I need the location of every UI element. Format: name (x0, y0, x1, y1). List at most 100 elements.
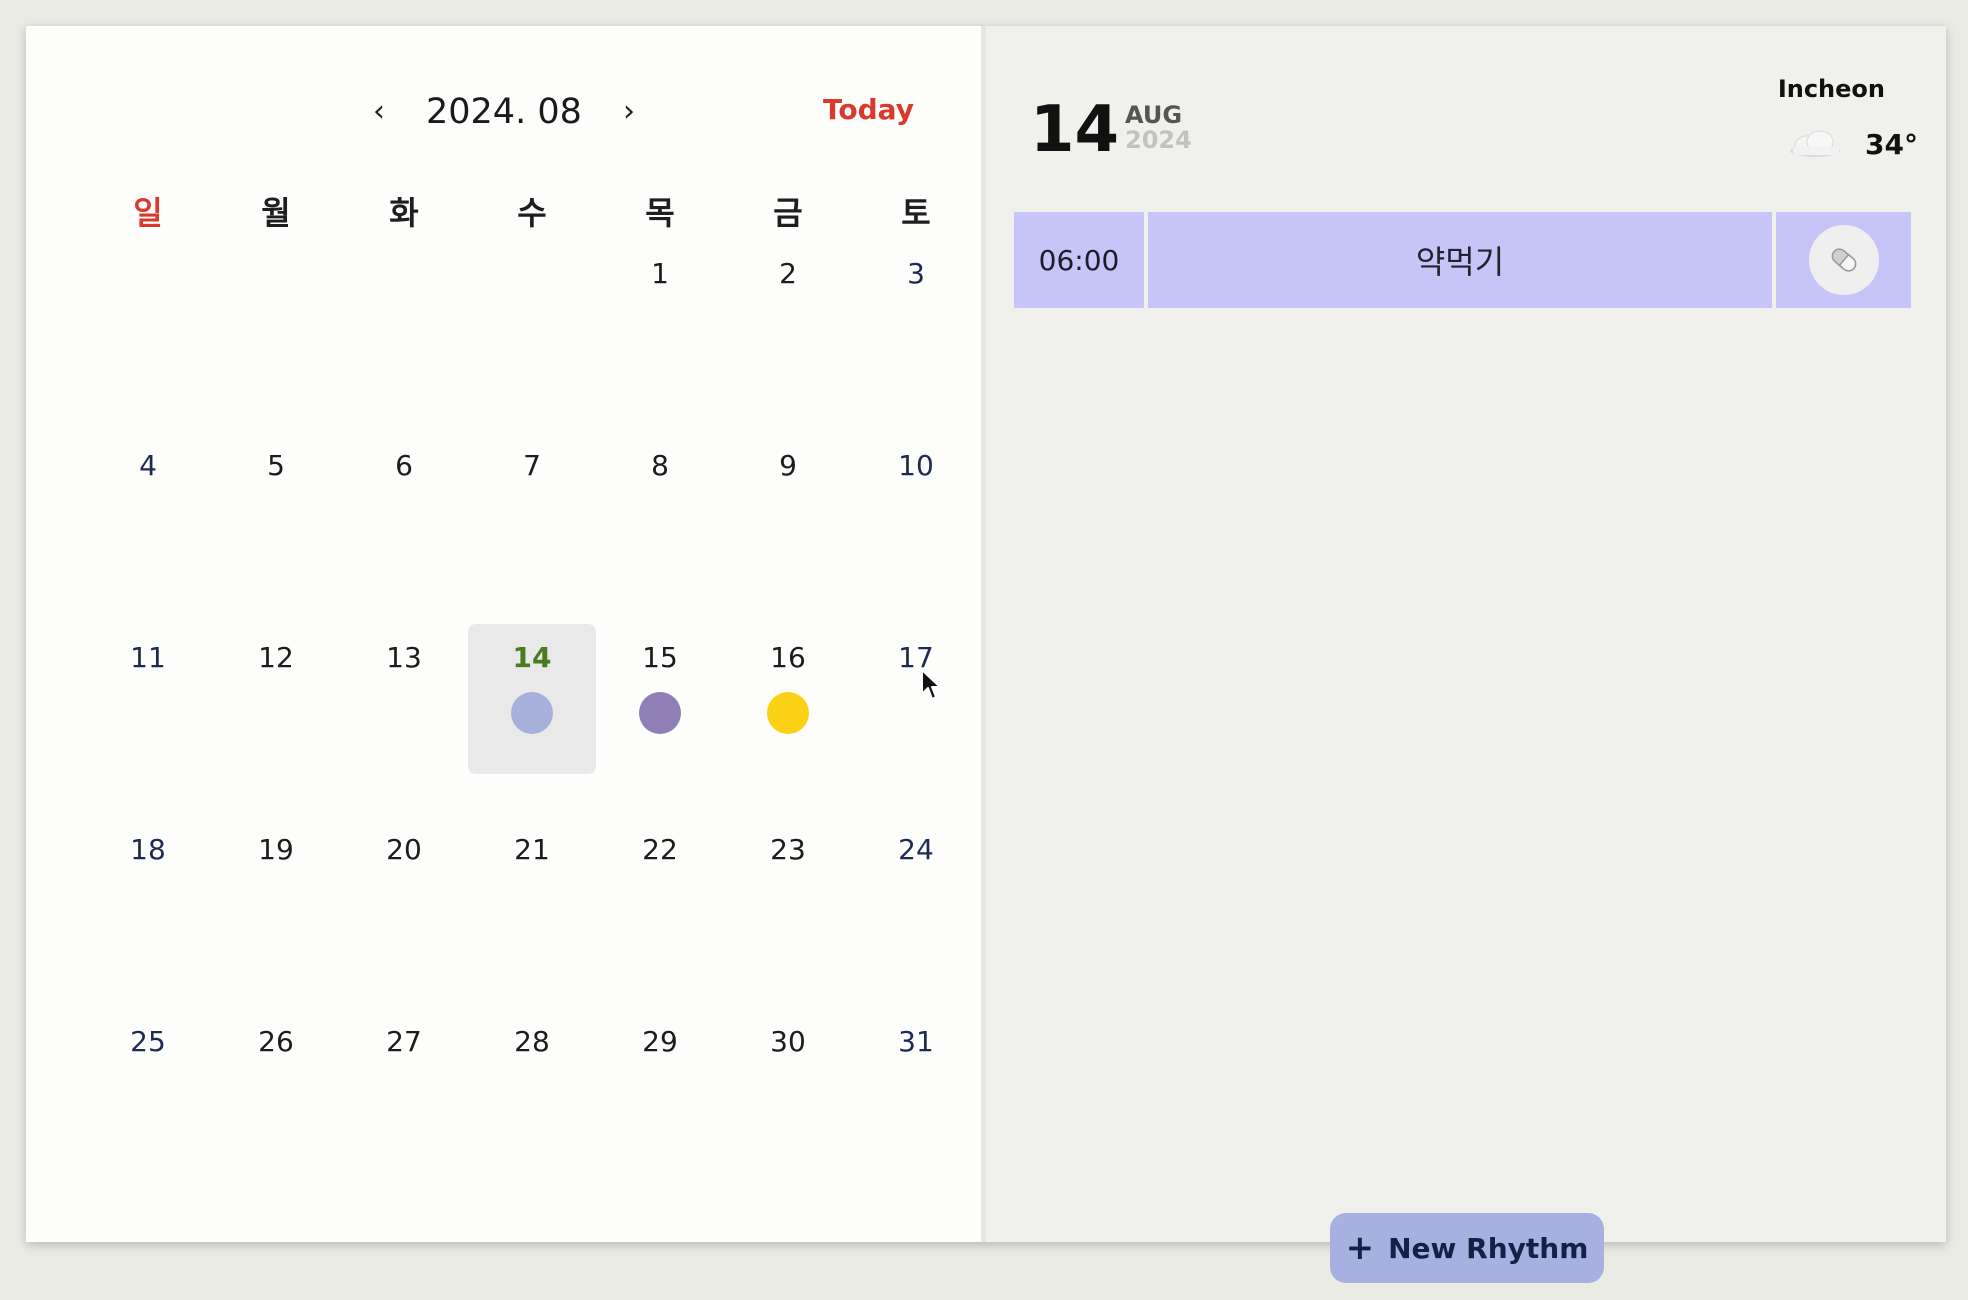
day-number: 10 (898, 449, 934, 482)
day-number: 6 (395, 449, 413, 482)
day-cell-3[interactable]: 3 (852, 246, 980, 438)
empty-day-cell (84, 246, 212, 438)
day-cell-27[interactable]: 27 (340, 1014, 468, 1206)
calendar-weeks: 1 2 3 4 5 6 7 8 9 10 11 12 13 14 15 16 17 18 19 20 21 22 23 24 2… (84, 246, 980, 1206)
weather-city: Incheon (1777, 75, 1885, 103)
day-number: 13 (386, 641, 422, 674)
day-cell-8[interactable]: 8 (596, 438, 724, 630)
day-cell-22[interactable]: 22 (596, 822, 724, 1014)
mouse-cursor-icon (921, 669, 941, 700)
day-cell-29[interactable]: 29 (596, 1014, 724, 1206)
day-cell-1[interactable]: 1 (596, 246, 724, 438)
day-cell-15[interactable]: 15 (596, 630, 724, 822)
day-cell-6[interactable]: 6 (340, 438, 468, 630)
day-cell-13[interactable]: 13 (340, 630, 468, 822)
day-number: 27 (386, 1025, 422, 1058)
day-cell-4[interactable]: 4 (84, 438, 212, 630)
weekday-mon: 월 (261, 194, 291, 232)
app-window: ‹ 2024. 08 › Today 일 월 화 수 목 금 토 1234567… (26, 26, 1946, 1242)
day-cell-16[interactable]: 16 (724, 630, 852, 822)
today-button[interactable]: Today (823, 88, 914, 132)
day-cell-28[interactable]: 28 (468, 1014, 596, 1206)
day-number: 17 (898, 641, 934, 674)
day-number: 8 (651, 449, 669, 482)
day-cell-2[interactable]: 2 (724, 246, 852, 438)
day-cell-10[interactable]: 10 (852, 438, 980, 630)
day-number: 29 (642, 1025, 678, 1058)
next-month-button[interactable]: › (623, 90, 635, 134)
calendar-week-row: 1 2 3 (84, 246, 980, 438)
day-number: 21 (514, 833, 550, 866)
day-number: 20 (386, 833, 422, 866)
rhythm-title: 약먹기 (1148, 212, 1772, 308)
calendar-header: ‹ 2024. 08 › Today (26, 82, 981, 142)
calendar-grid: 일 월 화 수 목 금 토 1 2 3 4 5 6 7 8 9 10 11 12 13 14 15 16 17 1… (84, 186, 980, 1206)
day-cell-30[interactable]: 30 (724, 1014, 852, 1206)
calendar-week-row: 11 12 13 14 15 16 17 (84, 624, 980, 822)
weekday-header: 일 월 화 수 목 금 토 (84, 186, 980, 246)
rhythm-time: 06:00 (1014, 212, 1144, 308)
day-cell-11[interactable]: 11 (84, 630, 212, 822)
weekday-sun: 일 (133, 194, 163, 232)
prev-month-button[interactable]: ‹ (373, 90, 385, 134)
rhythm-item[interactable]: 06:00 약먹기 (1014, 212, 1911, 308)
day-number: 25 (130, 1025, 166, 1058)
plus-icon: + (1345, 1228, 1375, 1268)
calendar-week-row: 25 26 27 28 29 30 31 (84, 1014, 980, 1206)
rhythm-dot (767, 692, 809, 734)
day-cell-23[interactable]: 23 (724, 822, 852, 1014)
day-cell-21[interactable]: 21 (468, 822, 596, 1014)
month-label: 2024. 08 (426, 92, 582, 132)
day-number: 12 (258, 641, 294, 674)
day-cell-19[interactable]: 19 (212, 822, 340, 1014)
weekday-sat: 토 (901, 194, 931, 232)
temperature: 34° (1865, 127, 1918, 161)
calendar-week-row: 18 19 20 21 22 23 24 (84, 822, 980, 1014)
day-cell-9[interactable]: 9 (724, 438, 852, 630)
day-number: 19 (258, 833, 294, 866)
day-number: 15 (642, 641, 678, 674)
day-cell-18[interactable]: 18 (84, 822, 212, 1014)
day-cell-26[interactable]: 26 (212, 1014, 340, 1206)
detail-year: 2024 (1125, 126, 1192, 154)
empty-day-cell (340, 246, 468, 438)
weather-widget: 34° (1787, 122, 1918, 166)
day-detail-panel: 14 AUG 2024 Incheon 34° 06:00 약먹기 (981, 26, 1946, 1242)
day-number: 30 (770, 1025, 806, 1058)
pill-icon (1808, 225, 1879, 295)
day-cell-14[interactable]: 14 (468, 624, 596, 822)
detail-day-number: 14 (1030, 93, 1120, 167)
day-cell-7[interactable]: 7 (468, 438, 596, 630)
day-cell-20[interactable]: 20 (340, 822, 468, 1014)
day-number: 5 (267, 449, 285, 482)
weekday-fri: 금 (773, 194, 803, 232)
day-cell-17[interactable]: 17 (852, 630, 980, 822)
new-rhythm-button[interactable]: + New Rhythm (1330, 1213, 1604, 1283)
day-number: 22 (642, 833, 678, 866)
detail-month: AUG (1125, 101, 1183, 129)
day-number: 2 (779, 257, 797, 290)
day-number: 31 (898, 1025, 934, 1058)
day-cell-25[interactable]: 25 (84, 1014, 212, 1206)
weekday-thu: 목 (645, 194, 675, 232)
rhythm-dot (639, 692, 681, 734)
day-number: 16 (770, 641, 806, 674)
day-number: 3 (907, 257, 925, 290)
weekday-tue: 화 (389, 194, 419, 232)
calendar-panel: ‹ 2024. 08 › Today 일 월 화 수 목 금 토 1234567… (26, 26, 981, 1242)
day-cell-12[interactable]: 12 (212, 630, 340, 822)
day-number: 14 (512, 641, 552, 674)
day-number: 23 (770, 833, 806, 866)
day-number: 26 (258, 1025, 294, 1058)
rhythm-dot (511, 692, 553, 734)
day-number: 4 (139, 449, 157, 482)
day-number: 9 (779, 449, 797, 482)
day-cell-31[interactable]: 31 (852, 1014, 980, 1206)
day-number: 7 (523, 449, 541, 482)
day-cell-5[interactable]: 5 (212, 438, 340, 630)
day-number: 24 (898, 833, 934, 866)
cloud-icon (1790, 130, 1841, 157)
day-number: 1 (651, 257, 669, 290)
day-cell-24[interactable]: 24 (852, 822, 980, 1014)
day-number: 28 (514, 1025, 550, 1058)
